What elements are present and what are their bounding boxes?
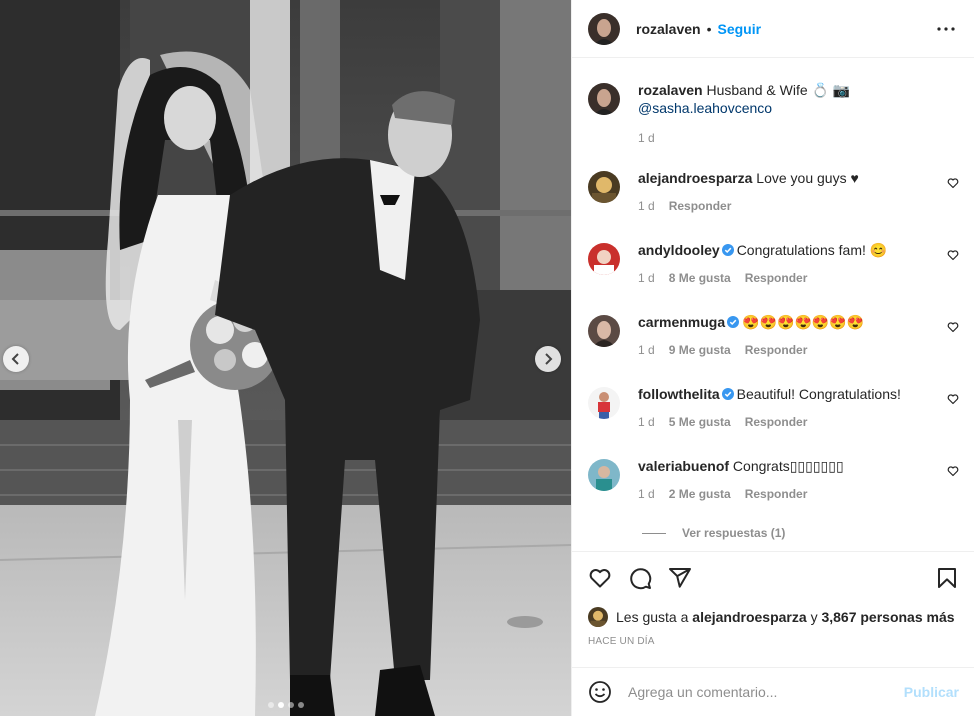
wedding-photo [0,0,571,716]
likes-prefix: Les gusta a [616,609,689,625]
carousel-dot [267,702,274,708]
avatar[interactable] [588,12,620,45]
avatar[interactable] [588,315,620,347]
comment-item: carmenmuga 😍😍😍😍😍😍😍 1 d 9 Me gusta Respond… [588,313,959,357]
comment-username[interactable]: carmenmuga [638,314,725,330]
comment-item: followthelita Beautiful! Congratulations!… [588,385,959,429]
comment-likes-count[interactable]: 9 Me gusta [669,343,731,357]
post-caption: rozalaven Husband & Wife 💍 📷 @sasha.leah… [588,81,959,145]
comment-icon[interactable] [628,566,652,590]
post-actions-section: Les gusta a alejandroesparza y 3,867 per… [572,551,974,647]
add-comment-bar: Publicar [572,667,974,716]
comment-timestamp[interactable]: 1 d [638,199,655,213]
likes-middle: y [810,609,818,625]
carousel-next-button[interactable] [535,346,561,372]
more-icon [937,26,955,31]
post-header: rozalaven • Seguir [572,0,974,58]
carousel-dot-active [277,702,284,708]
post-side-panel: rozalaven • Seguir rozalaven Husband & W… [571,0,974,716]
comment-likes-count[interactable]: 2 Me gusta [669,487,731,501]
publish-button[interactable]: Publicar [904,684,959,700]
heart-icon[interactable] [588,566,612,590]
comment-input[interactable] [628,684,904,700]
comment-username[interactable]: andyldooley [638,242,720,258]
comment-timestamp[interactable]: 1 d [638,271,655,285]
view-replies-button[interactable]: Ver respuestas (1) [642,526,785,540]
comments-list[interactable]: rozalaven Husband & Wife 💍 📷 @sasha.leah… [572,59,974,551]
carousel-dot [287,702,294,708]
likes-user-link[interactable]: alejandroesparza [692,609,806,625]
reply-button[interactable]: Responder [745,415,808,429]
carousel-dot [297,702,304,708]
comment-timestamp[interactable]: 1 d [638,415,655,429]
likes-summary: Les gusta a alejandroesparza y 3,867 per… [572,604,974,630]
post-author-username[interactable]: rozalaven [636,21,701,37]
comment-username[interactable]: valeriabuenof [638,458,729,474]
comment-username[interactable]: followthelita [638,386,720,402]
comment-timestamp[interactable]: 1 d [638,343,655,357]
verified-icon [721,244,734,256]
avatar[interactable] [588,171,620,203]
avatar[interactable] [588,243,620,275]
caption-timestamp[interactable]: 1 d [638,131,655,145]
comment-likes-count[interactable]: 8 Me gusta [669,271,731,285]
comment-item: valeriabuenof Congrats▯▯▯▯▯▯▯ 1 d 2 Me g… [588,457,959,501]
bookmark-icon[interactable] [935,566,959,590]
share-icon[interactable] [668,566,692,590]
header-separator: • [706,20,712,37]
view-replies-label: Ver respuestas (1) [682,526,786,540]
caption-username[interactable]: rozalaven [638,82,703,98]
comment-item: andyldooley Congratulations fam! 😊 1 d 8 … [588,241,959,285]
likes-count-link[interactable]: 3,867 personas más [821,609,954,625]
reply-button[interactable]: Responder [669,199,732,213]
avatar[interactable] [588,83,620,115]
comment-timestamp[interactable]: 1 d [638,487,655,501]
heart-icon[interactable] [947,321,959,333]
comment-text: Love you guys ♥ [756,170,859,186]
avatar[interactable] [588,607,608,627]
avatar[interactable] [588,459,620,491]
comment-text: Beautiful! Congratulations! [736,386,901,402]
post-dialog: rozalaven • Seguir rozalaven Husband & W… [0,0,974,716]
reply-button[interactable]: Responder [745,487,808,501]
post-time-ago[interactable]: HACE UN DÍA [572,636,974,647]
comment-text: Congratulations fam! 😊 [736,242,888,258]
heart-icon[interactable] [947,393,959,405]
heart-icon[interactable] [947,465,959,477]
chevron-right-icon [545,353,553,365]
verified-icon [721,388,734,400]
replies-divider [642,532,666,534]
carousel-prev-button[interactable] [3,346,29,372]
comment-text: 😍😍😍😍😍😍😍 [742,314,865,330]
comment-item: alejandroesparza Love you guys ♥ 1 d Res… [588,169,959,213]
action-bar [572,552,974,604]
heart-icon[interactable] [947,177,959,189]
reply-button[interactable]: Responder [745,271,808,285]
verified-icon [727,316,740,328]
emoji-icon[interactable] [588,680,612,704]
comment-text: Congrats▯▯▯▯▯▯▯ [732,458,844,474]
caption-mention-link[interactable]: @sasha.leahovcenco [638,100,772,116]
chevron-left-icon [11,353,19,365]
post-media[interactable] [0,0,571,716]
comment-username[interactable]: alejandroesparza [638,170,752,186]
reply-button[interactable]: Responder [745,343,808,357]
caption-text: Husband & Wife 💍 📷 [706,82,851,98]
heart-icon[interactable] [947,249,959,261]
avatar[interactable] [588,387,620,419]
follow-button[interactable]: Seguir [718,21,762,37]
more-options-button[interactable] [934,17,958,41]
carousel-dots [0,702,571,708]
comment-likes-count[interactable]: 5 Me gusta [669,415,731,429]
